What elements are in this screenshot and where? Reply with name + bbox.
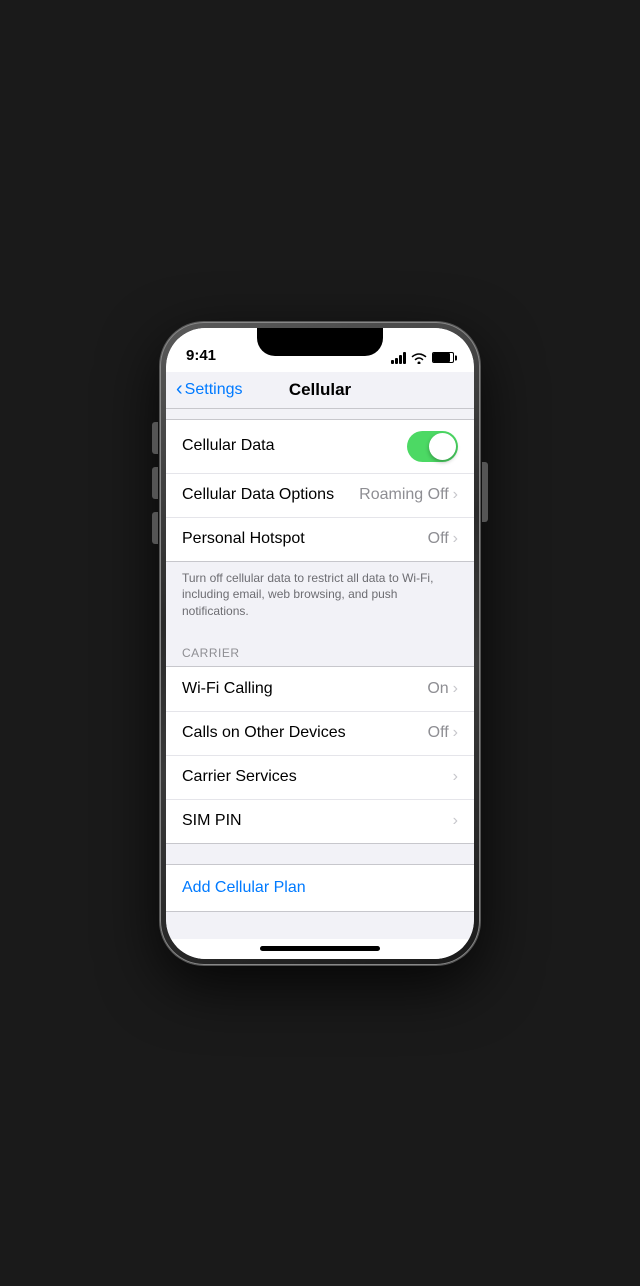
phone-frame: 9:41 ‹: [160, 322, 480, 965]
chevron-right-icon: ›: [453, 812, 458, 830]
carrier-section-header: CARRIER: [166, 632, 474, 666]
wifi-calling-row[interactable]: Wi-Fi Calling On ›: [166, 667, 474, 711]
cellular-data-label: Cellular Data: [182, 437, 274, 455]
notch: [257, 328, 383, 356]
sim-pin-value: ›: [453, 812, 458, 830]
battery-icon: [432, 352, 454, 363]
calls-other-devices-value: Off ›: [428, 724, 458, 742]
back-button[interactable]: ‹ Settings: [176, 380, 242, 399]
toggle-thumb: [429, 433, 456, 460]
page-title: Cellular: [289, 380, 351, 400]
carrier-group: Wi-Fi Calling On › Calls on Other Device…: [166, 666, 474, 844]
nav-bar: ‹ Settings Cellular: [166, 372, 474, 409]
cellular-data-options-label: Cellular Data Options: [182, 486, 334, 504]
wifi-calling-label: Wi-Fi Calling: [182, 680, 273, 698]
settings-content: Cellular Data Cellular Data Options Roam…: [166, 409, 474, 939]
sim-pin-label: SIM PIN: [182, 812, 242, 830]
chevron-right-icon: ›: [453, 768, 458, 786]
personal-hotspot-value: Off ›: [428, 530, 458, 548]
cellular-data-options-row[interactable]: Cellular Data Options Roaming Off ›: [166, 473, 474, 517]
home-indicator: [166, 939, 474, 959]
chevron-right-icon: ›: [453, 724, 458, 742]
cellular-data-toggle[interactable]: [407, 431, 458, 462]
sim-pin-row[interactable]: SIM PIN ›: [166, 799, 474, 843]
add-cellular-plan-row[interactable]: Add Cellular Plan: [166, 864, 474, 912]
cellular-note: Turn off cellular data to restrict all d…: [166, 562, 474, 632]
personal-hotspot-label: Personal Hotspot: [182, 530, 305, 548]
carrier-services-value: ›: [453, 768, 458, 786]
personal-hotspot-row[interactable]: Personal Hotspot Off ›: [166, 517, 474, 561]
add-cellular-plan-label: Add Cellular Plan: [182, 879, 306, 896]
back-label: Settings: [185, 381, 243, 399]
status-bar: 9:41: [166, 328, 474, 372]
wifi-icon: [411, 352, 427, 364]
wifi-calling-value: On ›: [427, 680, 458, 698]
cellular-data-options-value: Roaming Off ›: [359, 486, 458, 504]
carrier-services-label: Carrier Services: [182, 768, 297, 786]
back-chevron-icon: ‹: [176, 379, 183, 399]
status-icons: [391, 352, 454, 364]
chevron-right-icon: ›: [453, 530, 458, 548]
signal-icon: [391, 352, 406, 364]
chevron-right-icon: ›: [453, 680, 458, 698]
cellular-main-group: Cellular Data Cellular Data Options Roam…: [166, 419, 474, 562]
carrier-services-row[interactable]: Carrier Services ›: [166, 755, 474, 799]
chevron-right-icon: ›: [453, 486, 458, 504]
calls-other-devices-label: Calls on Other Devices: [182, 724, 346, 742]
calls-other-devices-row[interactable]: Calls on Other Devices Off ›: [166, 711, 474, 755]
cellular-data-row[interactable]: Cellular Data: [166, 420, 474, 473]
status-time: 9:41: [186, 347, 216, 364]
home-bar: [260, 946, 380, 951]
